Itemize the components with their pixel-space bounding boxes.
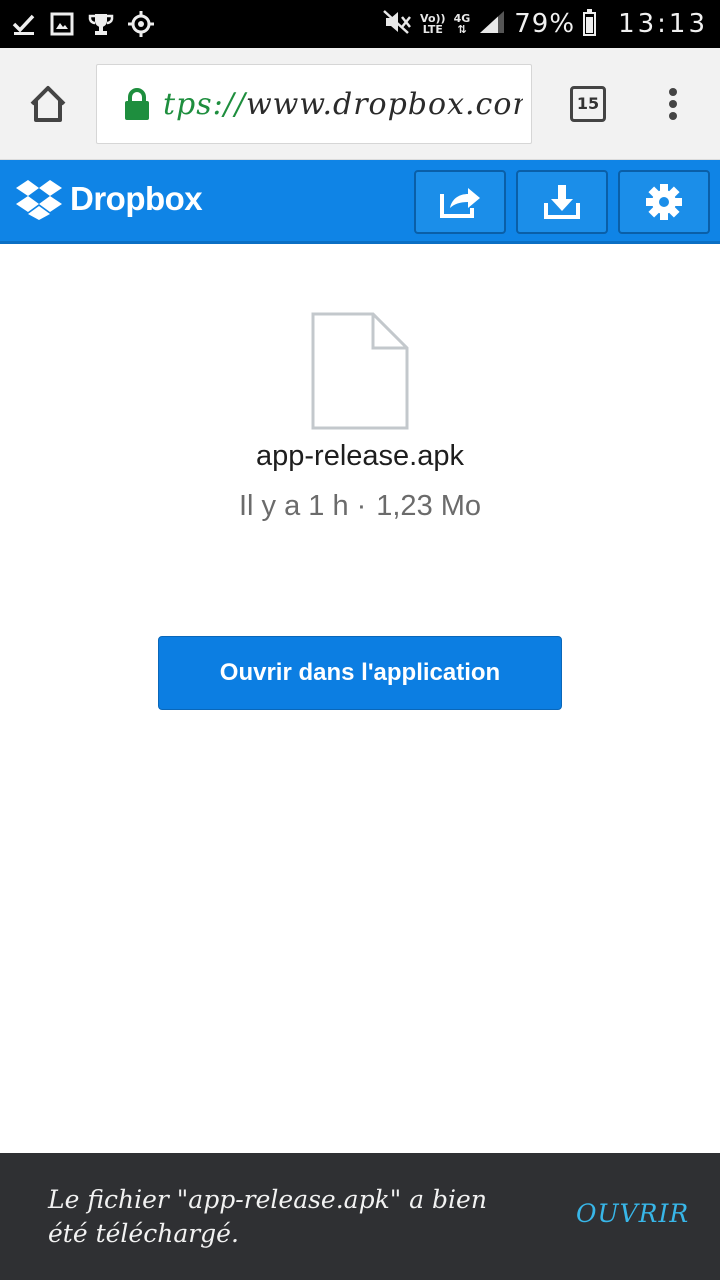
battery-percent: 79%: [514, 9, 576, 39]
mute-icon: [382, 9, 412, 40]
home-button[interactable]: [24, 80, 72, 128]
menu-dot-icon: [669, 88, 677, 96]
tab-switcher-button[interactable]: 15: [570, 86, 606, 122]
dropbox-wordmark: Dropbox: [70, 180, 203, 217]
check-icon: [12, 12, 36, 36]
signal-icon: [478, 9, 506, 40]
share-button[interactable]: [414, 170, 506, 234]
system-indicators: Vo)) LTE 4G ⇅ 79% 13:13: [382, 0, 708, 48]
lte-label: LTE: [422, 23, 443, 36]
crosshair-icon: [128, 11, 154, 37]
share-icon: [440, 188, 480, 218]
file-name: app-release.apk: [256, 440, 464, 472]
file-meta: Il y a 1 h · 1,23 Mo: [0, 490, 720, 523]
battery-fill: [586, 17, 594, 33]
download-button[interactable]: [516, 170, 608, 234]
url-text: tps://www.dropbox.com/:: [163, 87, 523, 123]
volte-indicator: Vo)) LTE: [420, 13, 446, 35]
data-arrows-icon: ⇅: [457, 23, 467, 36]
image-icon: [50, 12, 74, 36]
open-in-app-button[interactable]: Ouvrir dans l'application: [158, 636, 562, 710]
file-icon: [311, 312, 409, 430]
download-snackbar: Le fichier "app-release.apk" a bien été …: [0, 1153, 720, 1280]
dropbox-logo[interactable]: Dropbox: [16, 178, 203, 220]
clock: 13:13: [618, 9, 708, 39]
url-scheme: tps://: [163, 87, 246, 122]
battery-icon: [583, 9, 597, 36]
settings-icon: [646, 184, 682, 220]
dropbox-header: Dropbox: [0, 160, 720, 244]
menu-dot-icon: [669, 112, 677, 120]
home-icon: [30, 86, 66, 122]
network-type-indicator: 4G ⇅: [454, 13, 471, 35]
status-bar: Vo)) LTE 4G ⇅ 79% 13:13: [0, 0, 720, 48]
url-host: www.dropbox.com/:: [245, 87, 523, 122]
snackbar-message: Le fichier "app-release.apk" a bien été …: [48, 1185, 487, 1248]
lock-icon: [125, 88, 149, 120]
download-icon: [544, 185, 580, 219]
file-time-ago: Il y a 1 h: [238, 490, 349, 522]
meta-separator: ·: [356, 490, 367, 522]
overflow-menu-button[interactable]: [658, 84, 690, 124]
trophy-icon: [88, 12, 114, 36]
address-bar[interactable]: tps://www.dropbox.com/:: [96, 64, 532, 144]
dropbox-box-icon: [16, 180, 62, 220]
menu-dot-icon: [669, 100, 677, 108]
file-size: 1,23 Mo: [376, 490, 482, 522]
browser-toolbar: tps://www.dropbox.com/: 15: [0, 48, 720, 160]
notification-icons: [12, 8, 154, 40]
settings-button[interactable]: [618, 170, 710, 234]
snackbar-open-button[interactable]: OUVRIR: [576, 1199, 689, 1228]
